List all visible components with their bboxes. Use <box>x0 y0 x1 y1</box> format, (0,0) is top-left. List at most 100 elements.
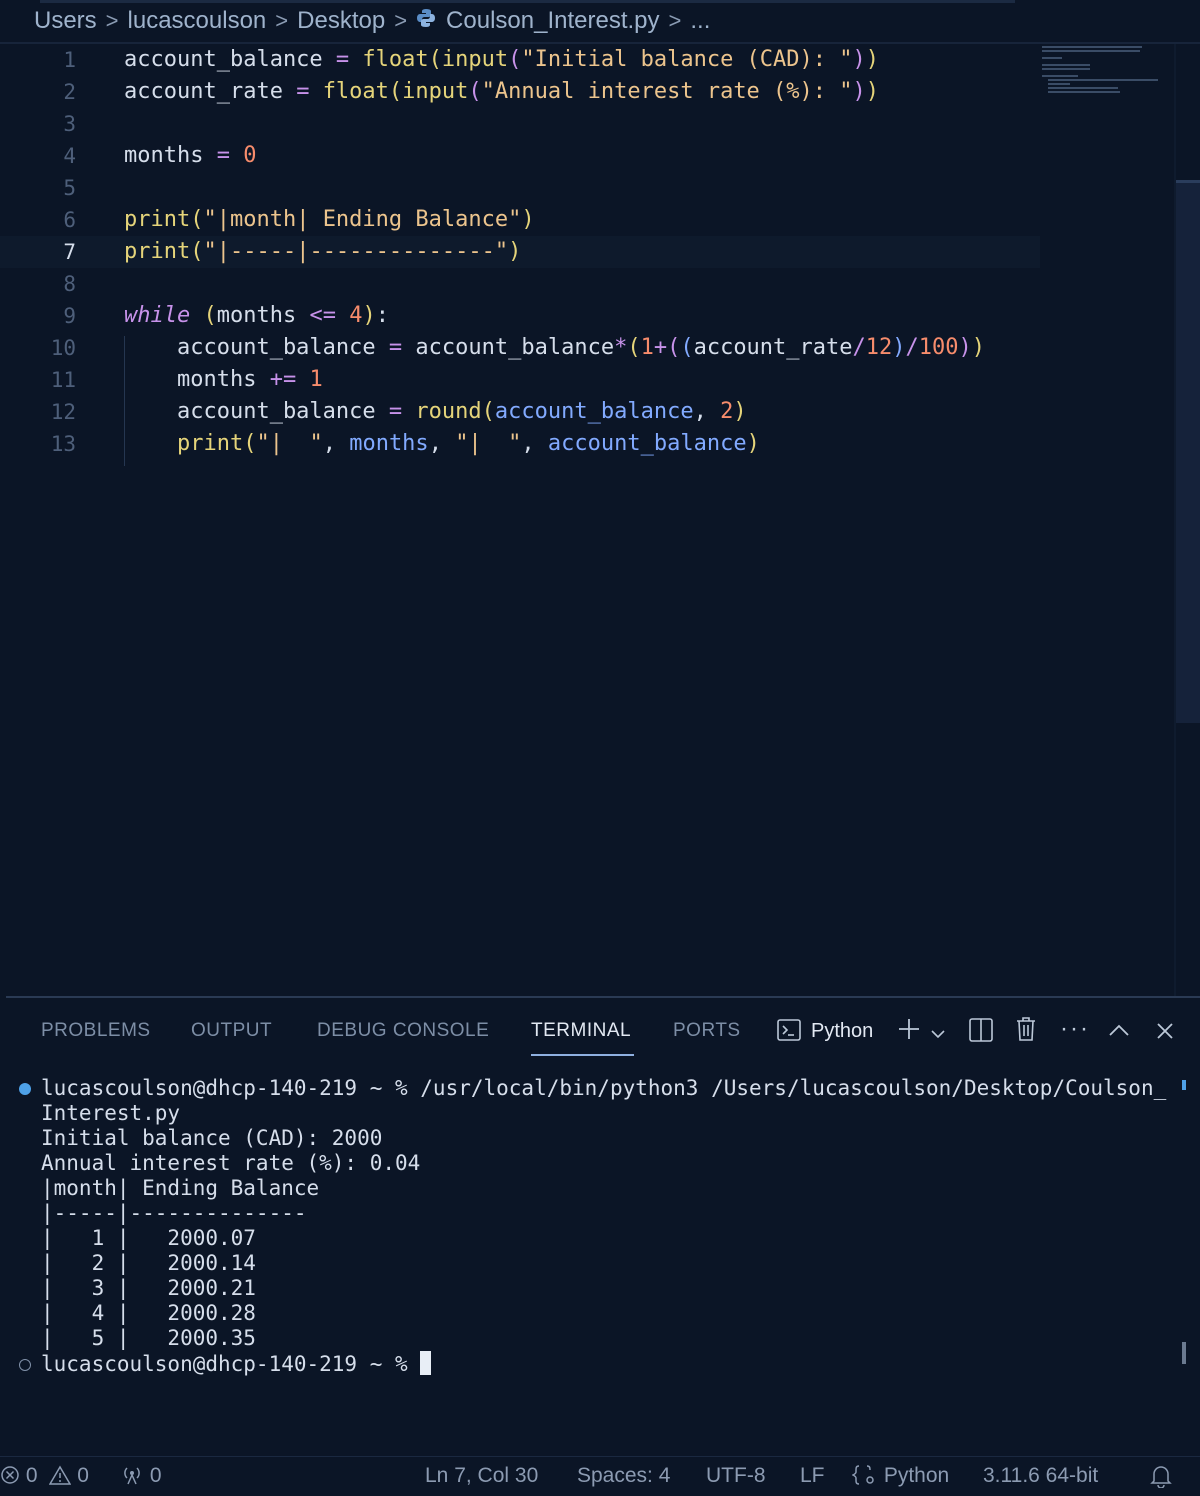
ports-status[interactable]: 0 <box>120 1464 162 1488</box>
terminal-scrollbar[interactable] <box>1182 1342 1186 1364</box>
code-line[interactable]: 9 while (months <= 4): <box>0 300 1040 332</box>
code-line[interactable]: 5 <box>0 172 1040 204</box>
code-text: account_balance = float(input("Initial b… <box>124 47 880 72</box>
more-actions-icon[interactable]: ··· <box>1060 1015 1090 1043</box>
line-number: 9 <box>63 304 76 328</box>
terminal-prompt-line[interactable]: lucascoulson@dhcp-140-219 ~ % <box>41 1351 432 1377</box>
braces-icon <box>851 1465 874 1485</box>
active-tab-indicator <box>531 1054 634 1056</box>
line-number: 10 <box>50 336 76 360</box>
bell-icon[interactable] <box>1150 1464 1172 1494</box>
code-text: print("| ", months, "| ", account_balanc… <box>176 431 760 456</box>
trash-icon[interactable] <box>1014 1016 1038 1049</box>
code-text: print("|-----|--------------") <box>124 239 522 264</box>
line-number: 8 <box>63 272 76 296</box>
code-text: while (months <= 4): <box>124 303 389 328</box>
error-icon <box>1 1466 19 1484</box>
line-number: 2 <box>63 80 76 104</box>
code-line-active[interactable]: 7 print("|-----|--------------") <box>0 236 1040 268</box>
terminal-line: | 2 | 2000.14 <box>41 1251 256 1275</box>
line-number: 4 <box>63 144 76 168</box>
code-text: print("|month| Ending Balance") <box>124 207 535 232</box>
plus-icon[interactable] <box>896 1016 922 1049</box>
broadcast-icon <box>124 1467 140 1485</box>
tab-output[interactable]: OUTPUT <box>191 1020 272 1042</box>
breadcrumb-symbol[interactable]: ... <box>690 7 710 35</box>
status-bar: 0 0 0 Ln 7, Col 30 Spaces: 4 UTF-8 LF Py… <box>0 1456 1200 1496</box>
warning-count: 0 <box>77 1464 89 1487</box>
terminal-profile-label[interactable]: Python <box>811 1020 873 1043</box>
terminal-line: | 5 | 2000.35 <box>41 1326 256 1350</box>
editor-scrollbar[interactable] <box>1176 180 1200 723</box>
line-number: 13 <box>50 432 76 456</box>
close-icon[interactable] <box>1156 1019 1174 1047</box>
warning-icon <box>49 1465 72 1485</box>
code-text: months = 0 <box>124 143 257 168</box>
panel-tabs: PROBLEMS OUTPUT DEBUG CONSOLE TERMINAL P… <box>6 998 1200 1062</box>
error-count: 0 <box>25 1464 38 1487</box>
line-number: 3 <box>63 112 76 136</box>
chevron-right-icon: > <box>105 8 119 33</box>
tab-ports[interactable]: PORTS <box>673 1020 741 1042</box>
chevron-right-icon: > <box>275 8 289 33</box>
end-of-line[interactable]: LF <box>800 1464 825 1488</box>
breadcrumb-desktop[interactable]: Desktop <box>297 7 385 35</box>
code-text: account_rate = float(input("Annual inter… <box>124 79 880 104</box>
chevron-up-icon[interactable] <box>1108 1019 1130 1047</box>
code-line[interactable]: 2 account_rate = float(input("Annual int… <box>0 76 1040 108</box>
command-pending-dot-icon[interactable] <box>19 1359 31 1371</box>
code-line[interactable]: 1 account_balance = float(input("Initial… <box>0 44 1040 76</box>
chevron-down-icon[interactable] <box>930 1021 946 1049</box>
code-text: account_balance = round(account_balance,… <box>124 399 747 424</box>
terminal-line: | 4 | 2000.28 <box>41 1301 256 1325</box>
cursor-position[interactable]: Ln 7, Col 30 <box>425 1464 538 1488</box>
terminal-line: |month| Ending Balance <box>41 1176 320 1200</box>
tab-problems[interactable]: PROBLEMS <box>41 1020 151 1042</box>
code-line[interactable]: 11 months += 1 <box>0 364 1040 396</box>
terminal-line: lucascoulson@dhcp-140-219 ~ % /usr/local… <box>41 1076 1167 1100</box>
python-interpreter[interactable]: 3.11.6 64-bit <box>983 1464 1098 1488</box>
line-number: 5 <box>63 176 76 200</box>
terminal-line: Initial balance (CAD): 2000 <box>41 1126 383 1150</box>
minimap[interactable] <box>1040 44 1170 104</box>
code-line[interactable]: 8 <box>0 268 1040 300</box>
terminal-prompt: lucascoulson@dhcp-140-219 ~ % <box>41 1352 421 1376</box>
breadcrumb-users[interactable]: Users <box>34 7 97 35</box>
breadcrumb-file[interactable]: Coulson_Interest.py <box>446 7 659 35</box>
line-number: 1 <box>63 48 76 72</box>
terminal-scroll-marker <box>1182 1080 1186 1090</box>
terminal-cursor <box>420 1351 432 1375</box>
code-line[interactable]: 3 <box>0 108 1040 140</box>
code-text: account_balance = account_balance*(1+((a… <box>124 335 986 360</box>
chevron-right-icon: > <box>394 8 408 33</box>
line-number: 12 <box>50 400 76 424</box>
python-file-icon <box>416 7 436 35</box>
code-editor[interactable]: 1 account_balance = float(input("Initial… <box>0 44 1200 996</box>
command-success-dot-icon[interactable] <box>19 1083 31 1095</box>
problems-status[interactable]: 0 0 <box>0 1464 89 1488</box>
encoding[interactable]: UTF-8 <box>706 1464 766 1488</box>
terminal-line: Interest.py <box>41 1101 181 1125</box>
breadcrumb: Users > lucascoulson > Desktop > Coulson… <box>0 0 1200 44</box>
language-label: Python <box>883 1464 950 1487</box>
bottom-panel: PROBLEMS OUTPUT DEBUG CONSOLE TERMINAL P… <box>6 996 1200 1458</box>
terminal-line: | 3 | 2000.21 <box>41 1276 256 1300</box>
ports-count: 0 <box>149 1464 162 1487</box>
code-line[interactable]: 12 account_balance = round(account_balan… <box>0 396 1040 428</box>
code-text: months += 1 <box>124 367 323 392</box>
tab-debug-console[interactable]: DEBUG CONSOLE <box>317 1020 489 1042</box>
code-line[interactable]: 13 print("| ", months, "| ", account_bal… <box>0 428 1040 460</box>
code-line[interactable]: 6 print("|month| Ending Balance") <box>0 204 1040 236</box>
tab-terminal[interactable]: TERMINAL <box>531 1020 631 1042</box>
terminal-line: Annual interest rate (%): 0.04 <box>41 1151 421 1175</box>
code-line[interactable]: 4 months = 0 <box>0 140 1040 172</box>
code-line[interactable]: 10 account_balance = account_balance*(1+… <box>0 332 1040 364</box>
indentation[interactable]: Spaces: 4 <box>577 1464 670 1488</box>
split-terminal-icon[interactable] <box>968 1017 994 1050</box>
breadcrumb-user[interactable]: lucascoulson <box>128 7 267 35</box>
terminal-line: |-----|-------------- <box>41 1201 307 1225</box>
language-mode[interactable]: Python <box>851 1464 950 1488</box>
line-number: 11 <box>50 368 76 392</box>
tab-strip-edge <box>40 0 1015 3</box>
line-number-current: 7 <box>63 240 76 264</box>
